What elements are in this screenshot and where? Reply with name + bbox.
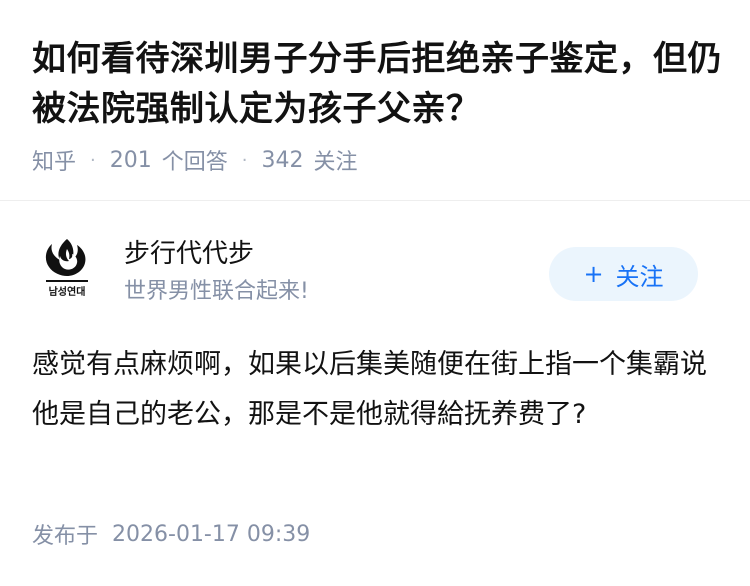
publish-info: 发布于 2026-01-17 09:39: [32, 518, 310, 550]
author-name[interactable]: 步行代代步: [124, 237, 254, 271]
answer-content: 感觉有点麻烦啊，如果以后集美随便在街上指一个集霸说他是自己的老公，那是不是他就得…: [32, 349, 707, 430]
question-title[interactable]: 如何看待深圳男子分手后拒绝亲子鉴定，但仍被法院强制认定为孩子父亲？: [32, 34, 724, 134]
follower-count-label: 关注: [313, 150, 358, 175]
meta-separator: ·: [241, 149, 248, 171]
question-header: 如何看待深圳男子分手后拒绝亲子鉴定，但仍被法院强制认定为孩子父亲？ 知乎 · 2…: [0, 0, 750, 201]
answer-count: 201: [109, 147, 152, 173]
emblem-avatar-icon: 남성연대: [45, 239, 88, 298]
avatar-caption: 남성연대: [49, 285, 86, 298]
meta-separator: ·: [90, 149, 96, 171]
publish-time: 2026-01-17 09:39: [112, 521, 311, 547]
answer-count-label[interactable]: 个回答: [162, 144, 228, 176]
publish-label: 发布于: [32, 524, 99, 549]
question-meta: 知乎 · 201 个回答 · 342 关注: [32, 144, 358, 176]
author-card: 남성연대 步行代代步 世界男性联合起来! + 关注: [0, 201, 750, 321]
follow-label: 关注: [615, 262, 664, 291]
zhihu-answer-page: 如何看待深圳男子分手后拒绝亲子鉴定，但仍被法院强制认定为孩子父亲？ 知乎 · 2…: [0, 0, 750, 586]
follower-count: 342: [261, 147, 304, 173]
plus-icon: +: [583, 260, 604, 288]
author-bio: 世界男性联合起来!: [124, 279, 309, 304]
avatar[interactable]: 남성연대: [32, 233, 102, 303]
follow-button[interactable]: + 关注: [549, 247, 698, 301]
source-label[interactable]: 知乎: [32, 144, 76, 176]
